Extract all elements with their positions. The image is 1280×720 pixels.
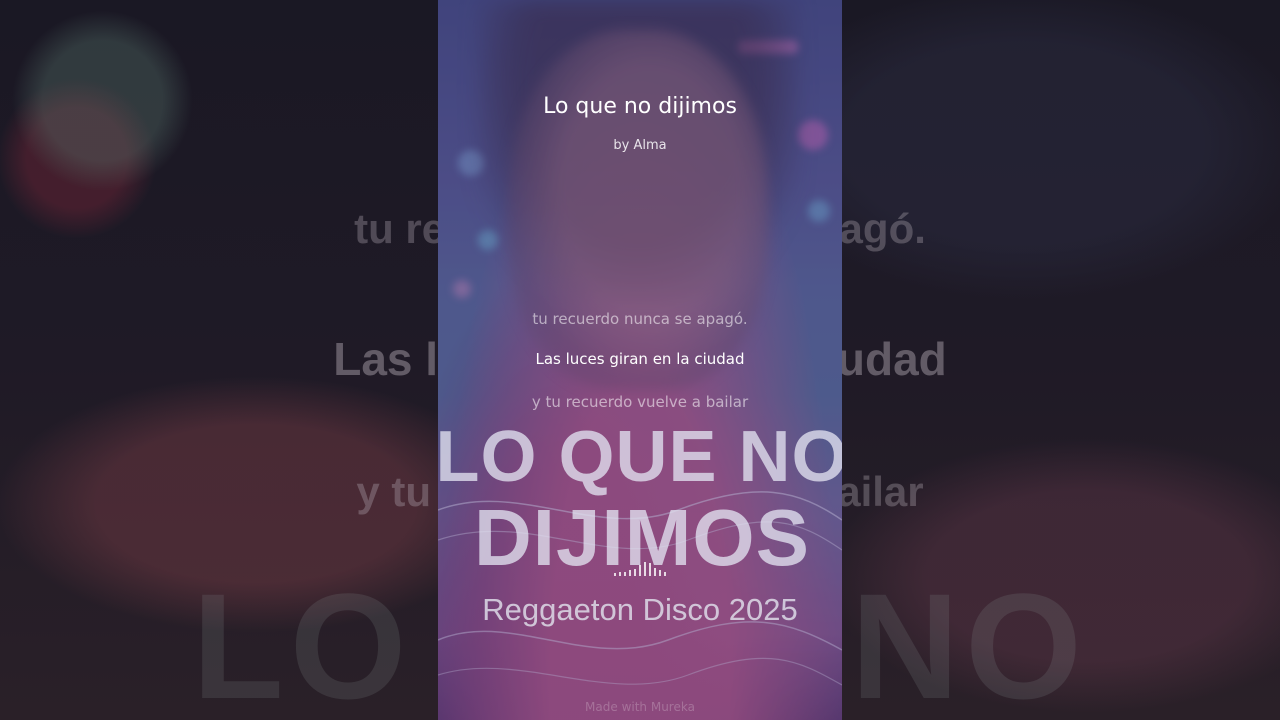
equalizer-bar xyxy=(639,565,641,576)
video-panel[interactable]: Lo que no dijimos by Alma tu recuerdo nu… xyxy=(438,0,842,720)
lyric-current-line: Las luces giran en la ciudad xyxy=(535,350,745,368)
watermark: Made with Mureka xyxy=(585,700,695,714)
equalizer-bar xyxy=(654,568,656,576)
equalizer-bar xyxy=(649,563,651,576)
equalizer-bar xyxy=(629,570,631,576)
equalizer-bar xyxy=(619,572,621,576)
lyric-next-line: y tu recuerdo vuelve a bailar xyxy=(531,393,749,411)
song-artist: by Alma xyxy=(613,138,667,153)
equalizer-bar xyxy=(644,562,646,576)
audio-equalizer-icon xyxy=(614,562,674,576)
cover-title-line1: LO QUE NO xyxy=(438,417,842,497)
equalizer-bar xyxy=(664,572,666,576)
equalizer-bar xyxy=(659,570,661,576)
equalizer-bar xyxy=(624,572,626,576)
equalizer-bar xyxy=(614,573,616,576)
lyric-previous-line: tu recuerdo nunca se apagó. xyxy=(532,310,748,328)
song-title: Lo que no dijimos xyxy=(543,94,737,119)
cover-subtitle: Reggaeton Disco 2025 xyxy=(482,592,798,627)
equalizer-bar xyxy=(634,569,636,576)
